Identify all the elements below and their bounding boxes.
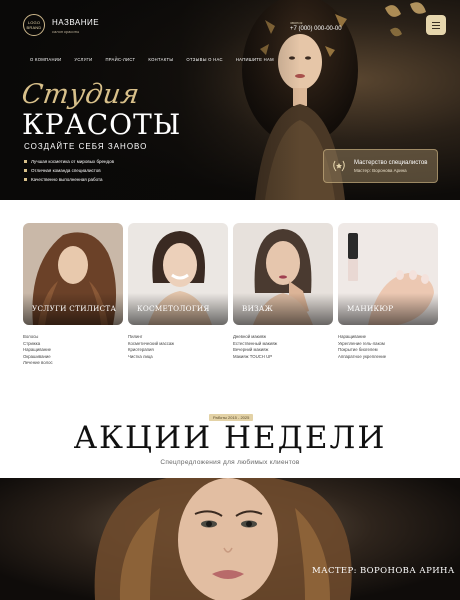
- phone-block: звонок +7 (000) 000-00-00: [290, 20, 342, 32]
- nav-services[interactable]: УСЛУГИ: [74, 57, 92, 62]
- master-section: [0, 478, 460, 600]
- logo[interactable]: LOGO BRAND: [23, 14, 45, 36]
- card-title: КОСМЕТОЛОГИЯ: [137, 304, 210, 313]
- master-badge-subtitle: Мастер: Воронова Арина: [354, 167, 407, 173]
- list-item[interactable]: Лечение волос: [23, 360, 53, 367]
- hero-title: КРАСОТЫ: [22, 108, 182, 141]
- card-title: МАНИКЮР: [347, 304, 394, 313]
- brand: НАЗВАНИЕ салон красоты: [52, 18, 99, 34]
- feature-item: Качественно выполненная работа: [24, 177, 114, 182]
- nav-about[interactable]: О КОМПАНИИ: [30, 57, 61, 62]
- service-card-cosmetology[interactable]: КОСМЕТОЛОГИЯ: [128, 223, 228, 325]
- logo-subtext: BRAND: [26, 25, 42, 30]
- phone-number[interactable]: +7 (000) 000-00-00: [290, 26, 342, 32]
- feature-item: Лучшая косметика от мировых брендов: [24, 159, 114, 164]
- hero-subtitle: СОЗДАЙТЕ СЕБЯ ЗАНОВО: [24, 142, 148, 151]
- stylist-services-list: Волосы Стрижка Наращивание Окрашивание Л…: [23, 334, 53, 367]
- master-portrait-image: [94, 478, 352, 600]
- laurel-icon: [330, 157, 348, 175]
- main-nav: О КОМПАНИИ УСЛУГИ ПРАЙС-ЛИСТ КОНТАКТЫ ОТ…: [30, 57, 274, 62]
- hero-section: LOGO BRAND НАЗВАНИЕ салон красоты звонок…: [0, 0, 460, 200]
- hero-features: Лучшая косметика от мировых брендов Отли…: [24, 159, 114, 186]
- master-badge-text: Мастерство специалистов Мастер: Воронова…: [354, 160, 427, 173]
- nav-contacts[interactable]: КОНТАКТЫ: [148, 57, 173, 62]
- manicure-services-list: Наращивание Укрепление гель-лаком Покрыт…: [338, 334, 386, 360]
- butterflies-decoration: [385, 2, 426, 37]
- card-title: ВИЗАЖ: [242, 304, 274, 313]
- nav-write-us[interactable]: НАПИШИТЕ НАМ: [236, 57, 274, 62]
- card-title: УСЛУГИ СТИЛИСТА: [32, 304, 117, 313]
- service-card-manicure[interactable]: МАНИКЮР: [338, 223, 438, 325]
- makeup-services-list: Дневной макияж Естественный макияж Вечер…: [233, 334, 277, 360]
- master-badge-title: Мастерство специалистов: [354, 159, 428, 166]
- list-item[interactable]: Наращивание: [23, 347, 53, 354]
- list-item[interactable]: Макияж TOUCH UP: [233, 354, 277, 361]
- master-badge[interactable]: Мастерство специалистов Мастер: Воронова…: [323, 149, 438, 183]
- phone-label: звонок: [290, 20, 303, 25]
- feature-item: Отличная команда специалистов: [24, 168, 114, 173]
- master-name: МАСТЕР: ВОРОНОВА АРИНА: [312, 566, 455, 576]
- nav-reviews[interactable]: ОТЗЫВЫ О НАС: [186, 57, 222, 62]
- promo-subtitle: Спецпредложения для любимых клиентов: [160, 459, 300, 466]
- brand-tagline: салон красоты: [52, 29, 80, 34]
- nav-price-list[interactable]: ПРАЙС-ЛИСТ: [105, 57, 135, 62]
- menu-icon[interactable]: [426, 15, 446, 35]
- promo-title: АКЦИИ НЕДЕЛИ: [73, 420, 387, 456]
- hero-script-title: Студия: [19, 79, 142, 110]
- service-card-stylist[interactable]: УСЛУГИ СТИЛИСТА: [23, 223, 123, 325]
- list-item[interactable]: Чистка лица: [128, 354, 174, 361]
- list-item[interactable]: Аппаратное укрепление: [338, 354, 386, 361]
- brand-name: НАЗВАНИЕ: [52, 18, 100, 27]
- service-card-makeup[interactable]: ВИЗАЖ: [233, 223, 333, 325]
- cosmetology-services-list: Пилинг Косметический массаж Криотерапия …: [128, 334, 174, 360]
